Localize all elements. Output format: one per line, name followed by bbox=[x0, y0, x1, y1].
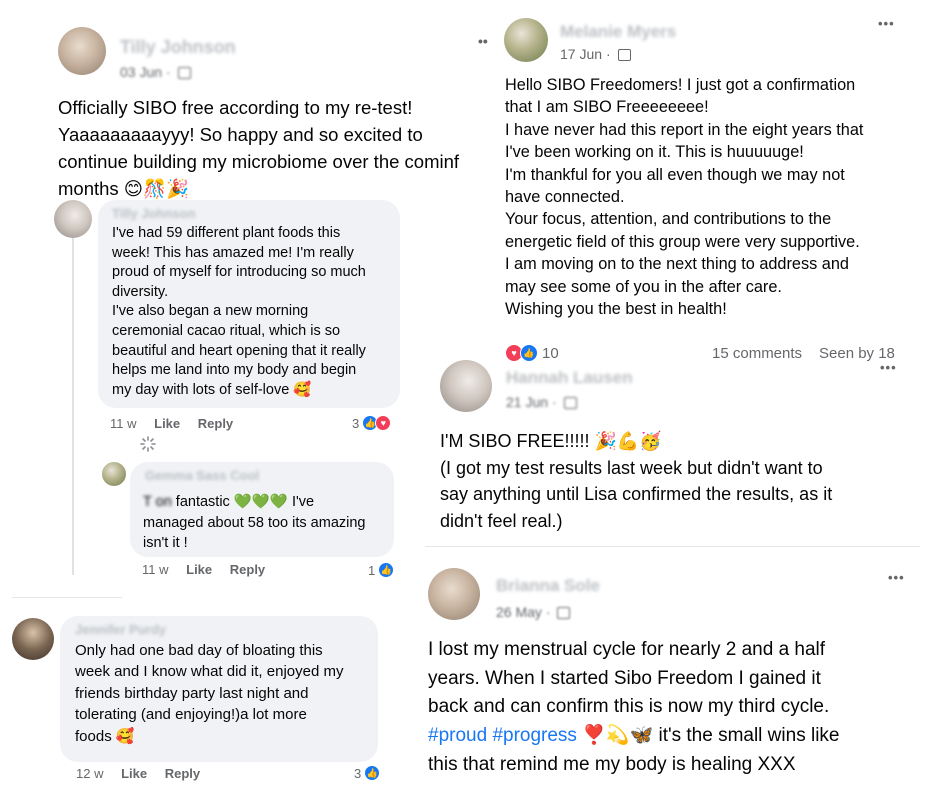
separator: · bbox=[605, 46, 611, 62]
more-options-icon[interactable]: ••• bbox=[880, 360, 897, 375]
loading-spinner-icon bbox=[140, 436, 156, 452]
section-divider bbox=[12, 597, 122, 598]
like-reaction-icon: 👍 bbox=[378, 562, 395, 578]
reply-time[interactable]: 11 w bbox=[142, 562, 169, 577]
globe-icon bbox=[557, 607, 571, 620]
post-body-continued: #proud #progress ❣️💫🦋 it's the small win… bbox=[428, 722, 923, 779]
like-reaction-icon: 👍 bbox=[364, 765, 381, 781]
post-reactions[interactable]: ♥ 👍 10 bbox=[505, 344, 559, 362]
reply-button[interactable]: Reply bbox=[198, 416, 233, 431]
reaction-count: 10 bbox=[542, 344, 559, 362]
comment-author-name[interactable]: Jennifer Purdy bbox=[75, 622, 166, 637]
reaction-count: 1 bbox=[368, 562, 376, 578]
globe-icon bbox=[563, 397, 577, 410]
avatar-post-author[interactable] bbox=[440, 360, 492, 412]
post-date[interactable]: 26 May · bbox=[496, 604, 571, 620]
post-author-name[interactable]: Melanie Myers bbox=[560, 22, 676, 42]
reply-actions: 11 w Like Reply bbox=[142, 562, 279, 577]
comments-count[interactable]: 15 comments bbox=[712, 345, 802, 362]
separator: · bbox=[545, 604, 551, 620]
reply-button[interactable]: Reply bbox=[165, 766, 200, 781]
separator: · bbox=[551, 394, 557, 410]
avatar-comment-author[interactable] bbox=[54, 200, 92, 238]
like-button[interactable]: Like bbox=[121, 766, 147, 781]
reply-text-body: fantastic 💚💚💚 I've managed about 58 too … bbox=[143, 494, 366, 551]
comment-time[interactable]: 11 w bbox=[110, 416, 137, 431]
reaction-count: 3 bbox=[352, 415, 360, 431]
avatar-post-author[interactable] bbox=[504, 18, 548, 62]
thread-line bbox=[72, 230, 74, 575]
post-date-text: 03 Jun bbox=[120, 64, 163, 80]
comment-time[interactable]: 12 w bbox=[76, 766, 103, 781]
post-body: I'M SIBO FREE!!!!! 🎉💪🥳 (I got my test re… bbox=[440, 431, 833, 531]
more-options-icon[interactable]: ••• bbox=[888, 570, 905, 585]
like-reaction-icon: 👍 bbox=[520, 344, 538, 362]
post-author-name[interactable]: Hannah Lausen bbox=[506, 368, 633, 388]
more-options-icon[interactable]: ••• bbox=[878, 16, 895, 31]
globe-icon bbox=[177, 67, 191, 80]
comment-actions: 12 w Like Reply bbox=[76, 766, 214, 781]
avatar-reply-author[interactable] bbox=[102, 462, 126, 486]
globe-icon bbox=[617, 49, 631, 62]
post-date[interactable]: 17 Jun · bbox=[560, 46, 631, 62]
more-options-icon[interactable]: •• bbox=[478, 33, 488, 49]
reply-reactions[interactable]: 1 👍 bbox=[368, 562, 395, 578]
reply-button[interactable]: Reply bbox=[230, 562, 265, 577]
reply-text: T on fantastic 💚💚💚 I've managed about 58… bbox=[143, 492, 393, 554]
avatar-post-author[interactable] bbox=[58, 27, 106, 75]
post-date[interactable]: 21 Jun · bbox=[506, 394, 577, 410]
section-divider bbox=[425, 546, 920, 547]
post-body: Officially SIBO free according to my re-… bbox=[58, 97, 460, 199]
reaction-count: 3 bbox=[354, 765, 362, 781]
mention-link[interactable]: T on bbox=[143, 494, 172, 510]
like-button[interactable]: Like bbox=[186, 562, 212, 577]
post-date-text: 17 Jun bbox=[560, 46, 603, 62]
post-date-text: 21 Jun bbox=[506, 394, 549, 410]
hashtag-link[interactable]: #proud #progress bbox=[428, 725, 577, 746]
post-author-name[interactable]: Tilly Johnson bbox=[120, 37, 236, 58]
reply-author-name[interactable]: Gemma Sass Cool bbox=[145, 468, 259, 483]
avatar-comment-author[interactable] bbox=[12, 618, 54, 660]
post-body: Hello SIBO Freedomers! I just got a conf… bbox=[505, 76, 864, 319]
post-author-name[interactable]: Brianna Sole bbox=[496, 576, 600, 596]
avatar-post-author[interactable] bbox=[428, 568, 480, 620]
comment-text: Only had one bad day of bloating this we… bbox=[75, 642, 344, 745]
comment-actions: 11 w Like Reply bbox=[110, 416, 247, 431]
comment-reactions[interactable]: 3 👍 ♥ bbox=[352, 415, 392, 431]
post-date[interactable]: 03 Jun · bbox=[120, 64, 191, 80]
comment-author-name[interactable]: Tilly Johnson bbox=[112, 206, 196, 221]
post-body: I lost my menstrual cycle for nearly 2 a… bbox=[428, 639, 830, 717]
love-reaction-icon: ♥ bbox=[375, 415, 392, 431]
like-button[interactable]: Like bbox=[154, 416, 180, 431]
post-date-text: 26 May bbox=[496, 604, 542, 620]
comment-text: I've had 59 different plant foods this w… bbox=[112, 225, 366, 398]
separator: · bbox=[165, 64, 171, 80]
comment-reactions[interactable]: 3 👍 bbox=[354, 765, 381, 781]
